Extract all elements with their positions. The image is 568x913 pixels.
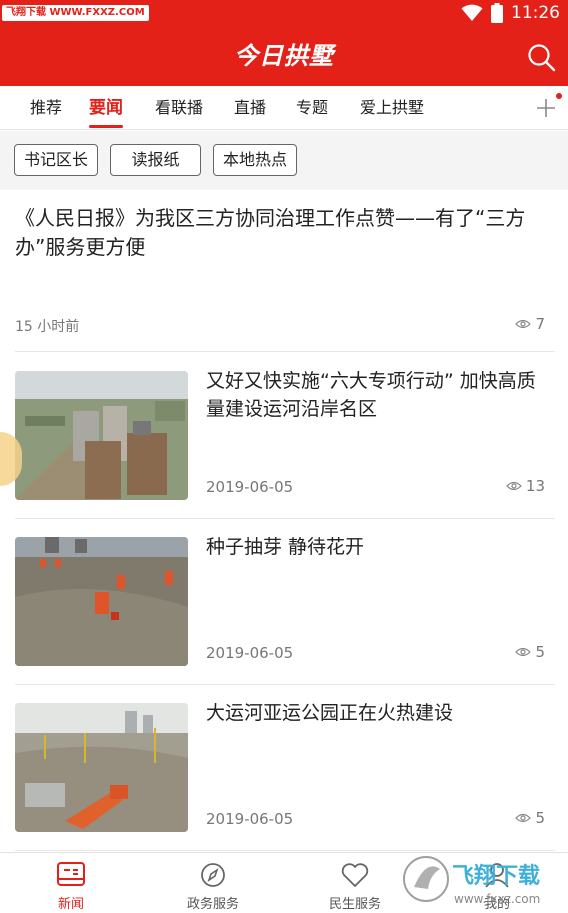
tab-love-gongshu[interactable]: 爱上拱墅	[360, 86, 424, 130]
watermark-brand: 飞翔下载	[452, 863, 540, 889]
list-item[interactable]: 大运河亚运公园正在火热建设 2019-06-05 5	[15, 685, 555, 851]
article-thumbnail	[15, 537, 188, 666]
compass-icon	[201, 863, 225, 887]
view-count-value: 5	[535, 809, 545, 827]
tab-broadcast[interactable]: 看联播	[155, 86, 203, 130]
view-count: 5	[515, 643, 545, 661]
eye-icon	[506, 481, 522, 491]
view-count: 5	[515, 809, 545, 827]
tab-live[interactable]: 直播	[234, 86, 266, 130]
view-count: 7	[515, 315, 545, 333]
article-date: 2019-06-05	[206, 810, 294, 828]
status-indicators: 11:26	[461, 2, 560, 24]
tab-headlines[interactable]: 要闻	[89, 86, 123, 130]
app-title: 今日拱墅	[234, 42, 334, 70]
newspaper-icon	[57, 862, 85, 886]
channel-tabs: 推荐 要闻 看联播 直播 专题 爱上拱墅	[0, 86, 568, 130]
article-thumbnail	[15, 703, 188, 832]
search-icon[interactable]	[526, 42, 556, 72]
news-feed: 《人民日报》为我区三方协同治理工作点赞——有了“三方办”服务更方便 15 小时前…	[0, 190, 568, 852]
article-title: 《人民日报》为我区三方协同治理工作点赞——有了“三方办”服务更方便	[15, 206, 526, 259]
quick-links: 书记区长 读报纸 本地热点	[0, 131, 568, 190]
article-thumbnail	[15, 371, 188, 500]
nav-label: 新闻	[57, 897, 84, 912]
view-count-value: 5	[535, 643, 545, 661]
eye-icon	[515, 319, 532, 329]
watermark-logo: 飞翔下载 www.fxxz.com	[403, 856, 540, 906]
nav-label: 政务服务	[186, 897, 239, 912]
view-count-value: 13	[525, 477, 545, 495]
article-title: 种子抽芽 静待花开	[206, 536, 365, 558]
view-count: 13	[506, 477, 545, 495]
chip-newspaper[interactable]: 读报纸	[110, 144, 201, 176]
nav-government-services[interactable]: 政务服务	[142, 853, 284, 913]
tab-recommend[interactable]: 推荐	[30, 86, 62, 130]
watermark-url: www.fxxz.com	[454, 892, 540, 906]
article-title: 大运河亚运公园正在火热建设	[206, 702, 454, 724]
notification-dot	[556, 93, 562, 99]
eye-icon	[515, 647, 532, 657]
view-count-value: 7	[535, 315, 545, 333]
article-date: 2019-06-05	[206, 478, 294, 496]
list-item[interactable]: 种子抽芽 静待花开 2019-06-05 5	[15, 519, 555, 685]
tab-topics[interactable]: 专题	[296, 86, 328, 130]
nav-news[interactable]: 新闻	[0, 853, 142, 913]
heart-icon	[341, 863, 369, 887]
list-item[interactable]: 《人民日报》为我区三方协同治理工作点赞——有了“三方办”服务更方便 15 小时前…	[15, 190, 555, 352]
eye-icon	[515, 813, 532, 823]
status-bar: 飞翔下载 WWW.FXXZ.COM 11:26	[0, 0, 568, 26]
chip-local-hot[interactable]: 本地热点	[213, 144, 297, 176]
chip-secretary[interactable]: 书记区长	[14, 144, 98, 176]
watermark-badge: 飞翔下载 WWW.FXXZ.COM	[2, 5, 149, 21]
clock: 11:26	[511, 3, 560, 23]
list-item[interactable]: 又好又快实施“六大专项行动” 加快高质量建设运河沿岸名区 2019-06-05 …	[15, 353, 555, 519]
top-bar: 飞翔下载 WWW.FXXZ.COM 11:26 今日拱墅	[0, 0, 568, 86]
battery-icon	[491, 3, 503, 23]
article-time: 15 小时前	[15, 319, 80, 335]
article-date: 2019-06-05	[206, 644, 294, 662]
plus-icon[interactable]	[532, 94, 560, 122]
article-title: 又好又快实施“六大专项行动” 加快高质量建设运河沿岸名区	[206, 370, 536, 420]
wifi-icon	[461, 4, 483, 21]
